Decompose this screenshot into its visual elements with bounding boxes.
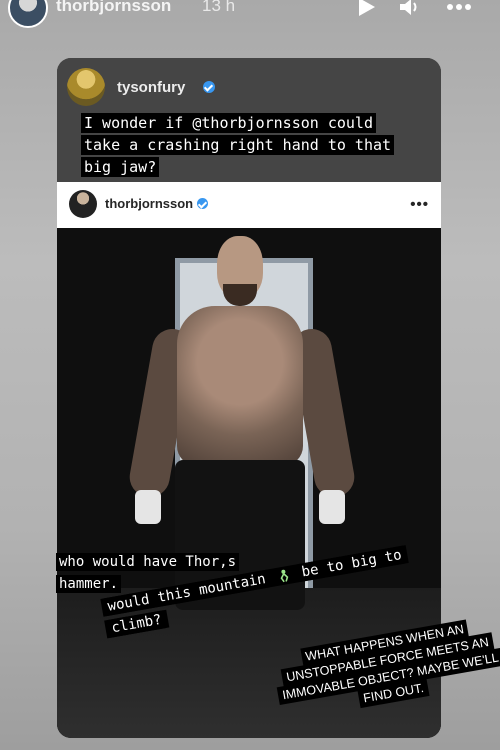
verified-icon — [197, 198, 208, 209]
story-header: thorbjornsson 13 h — [0, 0, 500, 30]
story-time: 13 h — [202, 0, 236, 15]
more-icon[interactable] — [446, 0, 472, 18]
repost-avatar[interactable] — [67, 68, 105, 106]
figure-left-hand-wrap — [135, 490, 161, 524]
climber-icon — [280, 569, 288, 583]
story-username[interactable]: thorbjornsson — [56, 0, 171, 16]
figure-right-hand-wrap — [319, 490, 345, 524]
story-avatar[interactable] — [8, 0, 48, 28]
verified-icon — [203, 81, 215, 93]
play-icon[interactable] — [354, 0, 378, 18]
post-more-button[interactable]: ••• — [410, 196, 429, 213]
post-avatar[interactable] — [69, 190, 97, 218]
post-username[interactable]: thorbjornsson — [105, 196, 193, 211]
volume-icon[interactable] — [398, 0, 422, 18]
repost-header: tysonfury I wonder if @thorbjornsson cou… — [57, 58, 441, 182]
repost-username[interactable]: tysonfury — [117, 79, 185, 96]
repost-quote: I wonder if @thorbjornsson could take a … — [81, 112, 417, 178]
figure-torso — [177, 306, 303, 466]
embedded-post-header: thorbjornsson ••• — [57, 182, 441, 228]
